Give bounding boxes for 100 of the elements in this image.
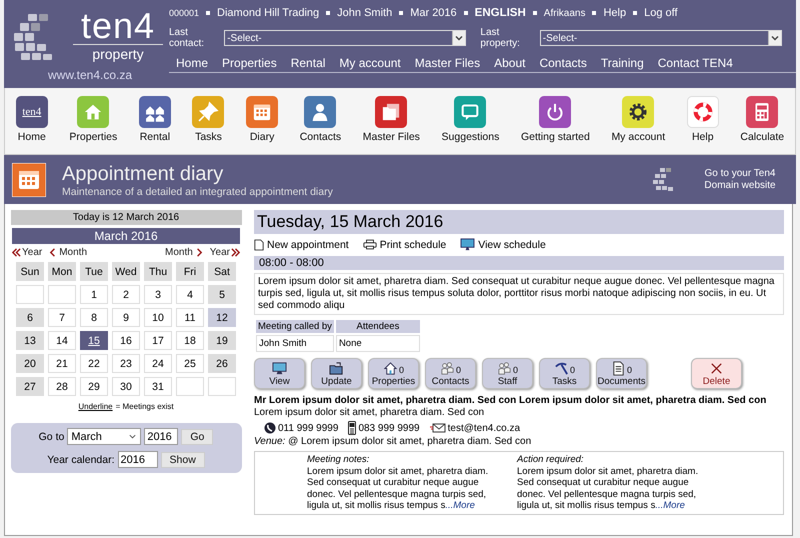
calendar-day[interactable]: 28 bbox=[48, 377, 76, 396]
toolbar-button[interactable]: Contacts bbox=[300, 96, 342, 143]
action-button[interactable]: 0 Staff bbox=[482, 358, 533, 389]
schedule-link[interactable]: New appointment bbox=[254, 238, 349, 251]
weekday-header: Sun bbox=[16, 262, 44, 281]
action-button[interactable]: 0 Documents bbox=[596, 358, 647, 389]
action-button[interactable]: 0 Contacts bbox=[425, 358, 476, 389]
header-link[interactable]: Help bbox=[603, 7, 626, 19]
calendar-day[interactable]: 5 bbox=[208, 285, 236, 304]
printer-icon bbox=[362, 239, 377, 250]
account-info: John Smith bbox=[337, 7, 392, 19]
document-icon bbox=[254, 238, 264, 250]
nav-link[interactable]: My account bbox=[332, 56, 408, 70]
calendar-day[interactable]: 9 bbox=[112, 308, 140, 327]
schedule-link[interactable]: Print schedule bbox=[362, 238, 446, 251]
contact-details: Mr Lorem ipsum dolor sit amet, pharetra diam. Sed con Lorem ipsum dolor sit amet, pharetra diam. Sed con Lorem ipsum dolor sit amet, pharetra diam. Sed con bbox=[254, 395, 768, 419]
previous-year-link[interactable]: Year bbox=[12, 247, 42, 258]
action-button[interactable]: View bbox=[254, 358, 305, 389]
calendar-day[interactable]: 31 bbox=[144, 377, 172, 396]
calendar-day[interactable]: 14 bbox=[48, 331, 76, 350]
calendar-day[interactable]: 11 bbox=[176, 308, 204, 327]
calendar-day[interactable]: 24 bbox=[144, 354, 172, 373]
nav-link[interactable]: Contacts bbox=[532, 56, 594, 70]
caret-icon bbox=[452, 31, 466, 45]
page-title: Appointment diary bbox=[62, 162, 224, 186]
nav-link[interactable]: Training bbox=[594, 56, 651, 70]
toolbar-button[interactable]: Suggestions bbox=[442, 96, 500, 143]
next-month-link[interactable]: Month bbox=[164, 247, 203, 258]
action-button[interactable]: Update bbox=[311, 358, 362, 389]
calendar-day[interactable]: 7 bbox=[48, 308, 76, 327]
toolbar-button[interactable]: Master Files bbox=[362, 96, 420, 143]
next-year-link[interactable]: Year bbox=[210, 247, 240, 258]
pick-icon bbox=[554, 360, 569, 376]
people-icon bbox=[440, 360, 455, 376]
language-link[interactable]: ENGLISH bbox=[474, 7, 526, 19]
toolbar-button[interactable]: Rental bbox=[138, 96, 171, 143]
select-field[interactable]: -Select- bbox=[540, 30, 782, 46]
nav-link[interactable]: Master Files bbox=[408, 56, 488, 70]
calendar-day[interactable]: 3 bbox=[144, 285, 172, 304]
website-link[interactable]: www.ten4.co.za bbox=[48, 68, 132, 82]
calendar-day[interactable]: 15 bbox=[80, 331, 108, 350]
calendar-day[interactable]: 17 bbox=[144, 331, 172, 350]
calendar-day[interactable]: 18 bbox=[176, 331, 204, 350]
toolbar-button[interactable]: My account bbox=[611, 96, 666, 143]
go-button[interactable]: Go bbox=[181, 428, 214, 444]
domain-link[interactable]: Go to your Ten4 Domain website bbox=[700, 168, 780, 192]
nav-link[interactable]: Home bbox=[169, 56, 216, 70]
calendar-day[interactable]: 10 bbox=[144, 308, 172, 327]
empty-day bbox=[208, 377, 236, 396]
weekday-header: Tue bbox=[80, 262, 108, 281]
calendar-day[interactable]: 8 bbox=[80, 308, 108, 327]
calendar-day[interactable]: 23 bbox=[112, 354, 140, 373]
calendar-day[interactable]: 12 bbox=[208, 308, 236, 327]
action-button[interactable]: 0 Tasks bbox=[539, 358, 590, 389]
nav-link[interactable]: About bbox=[487, 56, 532, 70]
calendar-day[interactable]: 6 bbox=[16, 308, 44, 327]
calendar-day[interactable]: 13 bbox=[16, 331, 44, 350]
schedule-link[interactable]: View schedule bbox=[460, 238, 546, 251]
previous-month-link[interactable]: Month bbox=[49, 247, 88, 258]
time-slot-heading: 08:00 - 08:00 bbox=[254, 256, 784, 270]
nav-link[interactable]: Properties bbox=[215, 56, 284, 70]
appointment-description: Lorem ipsum dolor sit amet, pharetra diam. Sed consequat ut curabitur neque augue donec. Vel pellentesque magna turpis sed, ligula ut, sit mollis risus tempus soluta dolor, porttitor risus morbi natoque adipiscing non sociis, in eu. Ut sed commodo aliqu bbox=[254, 273, 784, 315]
header-link[interactable]: Log off bbox=[644, 7, 678, 19]
action-button[interactable]: Delete bbox=[691, 358, 742, 389]
more-link[interactable]: ...More bbox=[445, 500, 475, 511]
logo-tagline: property bbox=[92, 46, 144, 62]
toolbar-button[interactable]: Diary bbox=[246, 96, 278, 143]
language-link[interactable]: Afrikaans bbox=[544, 8, 586, 18]
show-button[interactable]: Show bbox=[160, 452, 205, 468]
calendar-day[interactable]: 22 bbox=[80, 354, 108, 373]
year-field[interactable]: 2016 bbox=[118, 451, 158, 468]
calendar-day[interactable]: 27 bbox=[16, 377, 44, 396]
toolbar-button[interactable]: ten4 Home bbox=[16, 96, 48, 143]
calendar-day[interactable]: 30 bbox=[112, 377, 140, 396]
more-link[interactable]: ...More bbox=[655, 500, 685, 511]
calendar-day[interactable]: 2 bbox=[112, 285, 140, 304]
select-field[interactable]: -Select- bbox=[224, 30, 466, 46]
toolbar-button[interactable]: Properties bbox=[69, 96, 118, 143]
email-link[interactable]: test@ten4.co.za bbox=[448, 422, 520, 434]
calendar-day[interactable]: 29 bbox=[80, 377, 108, 396]
action-button[interactable]: 0 Properties bbox=[368, 358, 419, 389]
calendar-day[interactable]: 20 bbox=[16, 354, 44, 373]
toolbar-button[interactable]: Tasks bbox=[192, 96, 224, 143]
calendar-day[interactable]: 21 bbox=[48, 354, 76, 373]
toolbar-button[interactable]: Getting started bbox=[520, 96, 590, 143]
calendar-day[interactable]: 19 bbox=[208, 331, 236, 350]
nav-link[interactable]: Contact TEN4 bbox=[650, 56, 740, 70]
year-field[interactable]: 2016 bbox=[144, 428, 178, 445]
nav-link[interactable]: Rental bbox=[284, 56, 332, 70]
calendar-day[interactable]: 1 bbox=[80, 285, 108, 304]
toolbar-button[interactable]: Calculate bbox=[740, 96, 784, 143]
calendar-day[interactable]: 4 bbox=[176, 285, 204, 304]
month-select[interactable]: March bbox=[67, 428, 142, 445]
toolbar-button[interactable]: Help bbox=[686, 96, 719, 143]
cross-icon bbox=[709, 360, 724, 376]
notes-heading: Action required: bbox=[517, 454, 585, 466]
calendar-day[interactable]: 26 bbox=[208, 354, 236, 373]
calendar-day[interactable]: 16 bbox=[112, 331, 140, 350]
calendar-day[interactable]: 25 bbox=[176, 354, 204, 373]
field-label: Go to bbox=[38, 430, 64, 442]
